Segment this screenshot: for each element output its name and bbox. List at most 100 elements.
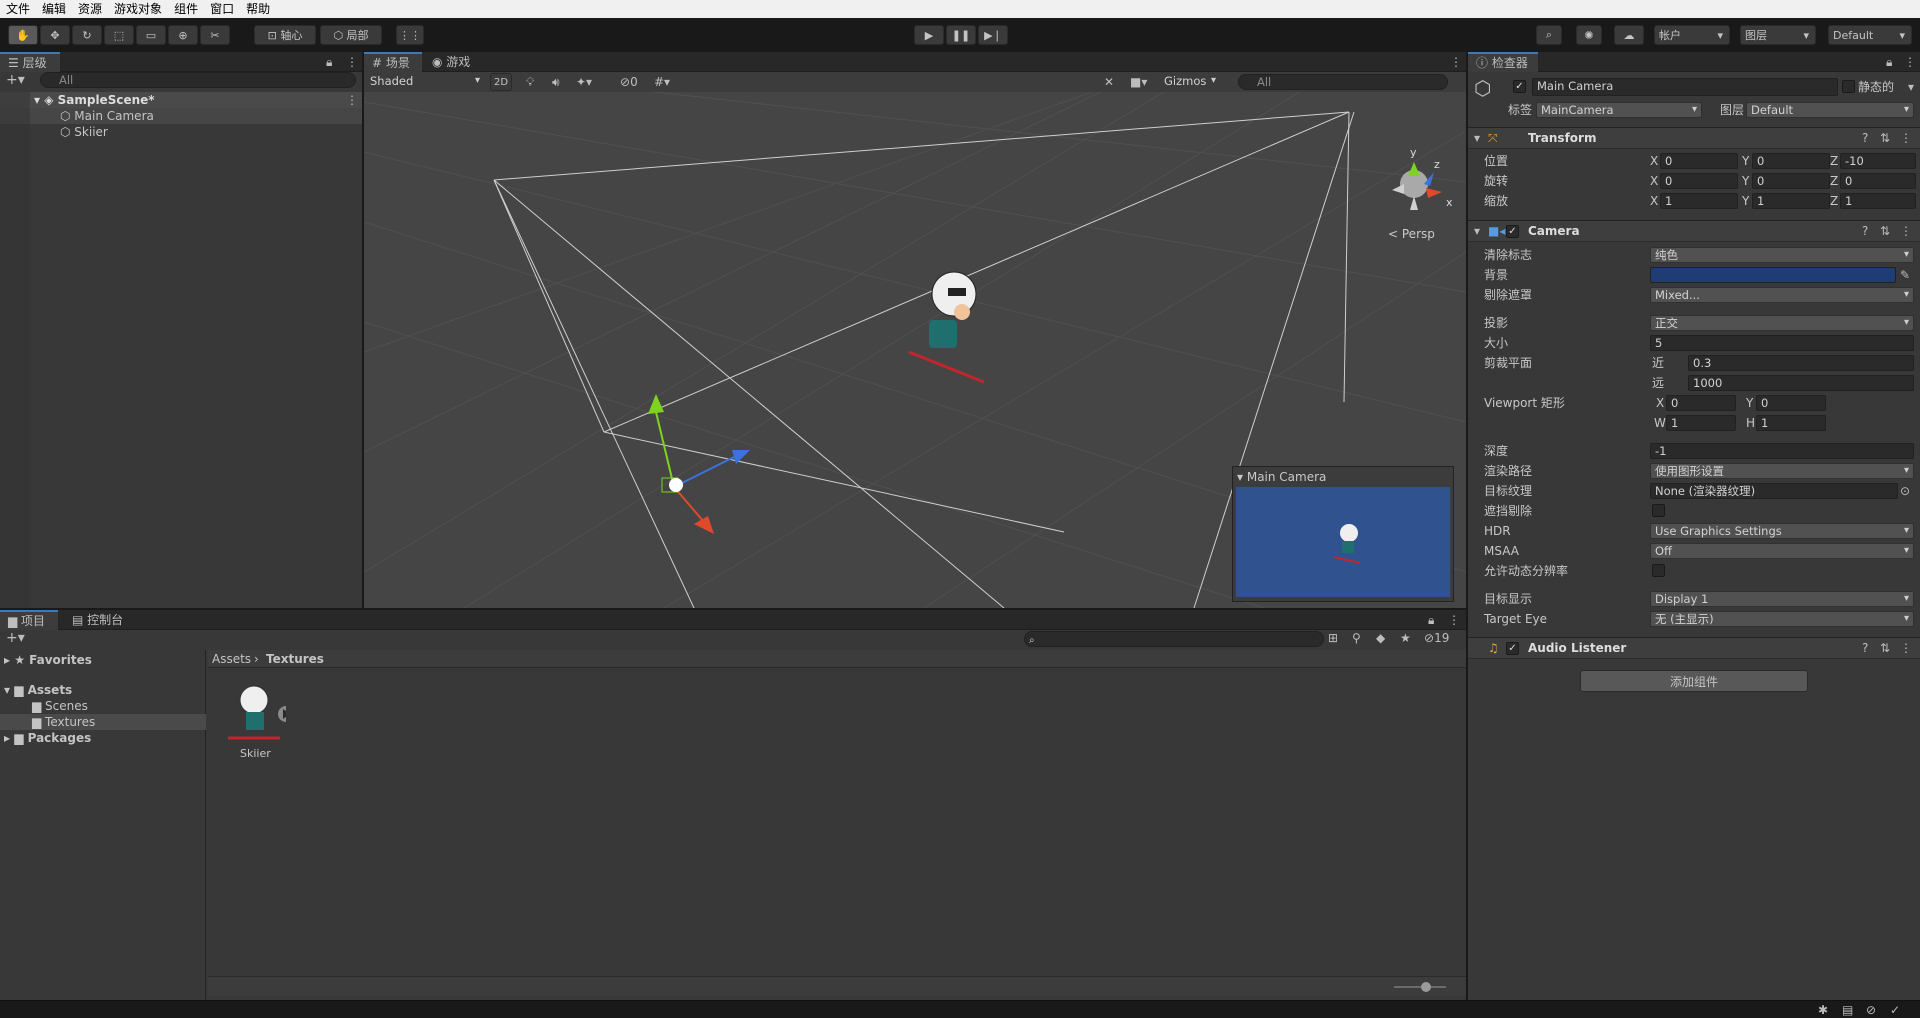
tab-game[interactable]: ◉ 游戏 bbox=[424, 52, 484, 72]
near-clip-field[interactable]: 0.3 bbox=[1688, 355, 1914, 371]
target-texture-field[interactable]: None (渲染器纹理) bbox=[1650, 483, 1898, 499]
occlusion-culling-checkbox[interactable] bbox=[1652, 504, 1665, 517]
size-field[interactable]: 5 bbox=[1650, 335, 1914, 351]
camera-settings-icon[interactable]: ■▾ bbox=[1130, 74, 1147, 90]
camera-preview-title[interactable]: ▾ Main Camera bbox=[1237, 469, 1326, 485]
scale-y-field[interactable]: 1 bbox=[1752, 193, 1830, 209]
lock-icon[interactable]: 🔒︎ bbox=[1886, 54, 1892, 70]
zoom-slider[interactable] bbox=[1394, 986, 1446, 988]
gizmos-dropdown[interactable]: Gizmos bbox=[1160, 74, 1220, 90]
collab-icon[interactable]: ✺ bbox=[1576, 25, 1602, 45]
more-icon[interactable]: ⋮ bbox=[1450, 54, 1462, 70]
viewport-y-field[interactable]: 0 bbox=[1756, 395, 1826, 411]
preset-icon[interactable]: ⇅ bbox=[1880, 640, 1890, 656]
more-icon[interactable]: ⋮ bbox=[1904, 54, 1916, 70]
scenes-row[interactable]: ▆ Scenes bbox=[32, 698, 88, 714]
bug-icon[interactable]: ✱ bbox=[1818, 1002, 1828, 1018]
scale-tool-icon[interactable]: ⬚ bbox=[104, 25, 134, 45]
tab-console[interactable]: ▤ 控制台 bbox=[64, 610, 138, 630]
move-gizmo[interactable] bbox=[648, 394, 750, 534]
background-color-field[interactable] bbox=[1650, 267, 1896, 283]
tools-icon[interactable]: ✕ bbox=[1104, 74, 1114, 90]
favorites-row[interactable]: ▸ ★ Favorites bbox=[4, 652, 92, 668]
debug-icon[interactable]: ⊘ bbox=[1866, 1002, 1876, 1018]
add-component-button[interactable]: 添加组件 bbox=[1580, 670, 1808, 692]
cache-icon[interactable]: ▤ bbox=[1842, 1002, 1853, 1018]
rotation-x-field[interactable]: 0 bbox=[1660, 173, 1738, 189]
move-tool-icon[interactable]: ✥ bbox=[40, 25, 70, 45]
audio-listener-checkbox[interactable]: ✓ bbox=[1506, 642, 1519, 655]
menu-assets[interactable]: 资源 bbox=[72, 0, 108, 18]
scale-z-field[interactable]: 1 bbox=[1840, 193, 1916, 209]
orientation-gizmo[interactable]: y z x < Persp bbox=[1388, 146, 1453, 241]
eyedropper-icon[interactable]: ✎ bbox=[1900, 267, 1910, 283]
packages-row[interactable]: ▸ ▆ Packages bbox=[4, 730, 91, 746]
local-toggle[interactable]: ⬡ 局部 bbox=[320, 25, 382, 45]
layers-dropdown[interactable]: 图层 ▾ bbox=[1740, 25, 1816, 45]
layout-dropdown[interactable]: Default ▾ bbox=[1828, 25, 1912, 45]
search-by-type-icon[interactable]: ⊞ bbox=[1328, 630, 1338, 646]
persp-label[interactable]: < Persp bbox=[1388, 227, 1435, 241]
rect-tool-icon[interactable]: ▭ bbox=[136, 25, 166, 45]
hdr-dropdown[interactable]: Use Graphics Settings bbox=[1650, 523, 1914, 539]
active-checkbox[interactable]: ✓ bbox=[1513, 80, 1526, 93]
position-x-field[interactable]: 0 bbox=[1660, 153, 1738, 169]
msaa-dropdown[interactable]: Off bbox=[1650, 543, 1914, 559]
more-icon[interactable]: ⋮ bbox=[346, 92, 358, 108]
menu-component[interactable]: 组件 bbox=[168, 0, 204, 18]
rotation-z-field[interactable]: 0 bbox=[1840, 173, 1916, 189]
position-y-field[interactable]: 0 bbox=[1752, 153, 1830, 169]
custom-tool-icon[interactable]: ✂ bbox=[200, 25, 230, 45]
search-icon[interactable]: ⌕ bbox=[1536, 25, 1562, 45]
account-dropdown[interactable]: 帐户 ▾ bbox=[1654, 25, 1730, 45]
label-icon[interactable]: ◆ bbox=[1376, 630, 1385, 646]
grid-snap-icon[interactable]: ⋮⋮ bbox=[396, 25, 424, 45]
audio-listener-header[interactable]: ♫ ✓ Audio Listener ? ⇅ ⋮ bbox=[1468, 637, 1920, 659]
check-icon[interactable]: ✓ bbox=[1890, 1002, 1900, 1018]
menu-gameobject[interactable]: 游戏对象 bbox=[108, 0, 168, 18]
scale-x-field[interactable]: 1 bbox=[1660, 193, 1738, 209]
audio-icon[interactable]: 🔊︎ bbox=[552, 74, 560, 90]
menu-window[interactable]: 窗口 bbox=[204, 0, 240, 18]
camera-enabled-checkbox[interactable]: ✓ bbox=[1506, 225, 1519, 238]
tab-inspector[interactable]: ⓘ 检查器 bbox=[1468, 52, 1538, 72]
layer-dropdown[interactable]: Default bbox=[1746, 102, 1914, 118]
menu-edit[interactable]: 编辑 bbox=[36, 0, 72, 18]
pivot-toggle[interactable]: ⊡ 轴心 bbox=[254, 25, 316, 45]
clear-flags-dropdown[interactable]: 纯色 bbox=[1650, 247, 1914, 263]
transform-header[interactable]: ▾ ⤧ Transform ? ⇅ ⋮ bbox=[1468, 127, 1920, 149]
add-object-button[interactable]: +▾ bbox=[6, 72, 25, 88]
static-checkbox[interactable] bbox=[1842, 80, 1855, 93]
object-name-input[interactable]: Main Camera bbox=[1532, 78, 1838, 96]
camera-header[interactable]: ▾ ■◂ ✓ Camera ? ⇅ ⋮ bbox=[1468, 220, 1920, 242]
lock-icon[interactable]: 🔒︎ bbox=[1428, 612, 1434, 628]
shading-mode-dropdown[interactable]: Shaded bbox=[366, 74, 484, 90]
viewport-w-field[interactable]: 1 bbox=[1666, 415, 1736, 431]
tab-project[interactable]: ▆ 项目 bbox=[0, 610, 58, 630]
zoom-slider-thumb[interactable] bbox=[1421, 982, 1431, 992]
viewport-x-field[interactable]: 0 bbox=[1666, 395, 1736, 411]
dynamic-resolution-checkbox[interactable] bbox=[1652, 564, 1665, 577]
hidden-objects-icon[interactable]: ⊘0 bbox=[620, 74, 638, 90]
assets-row[interactable]: ▾ ▆ Assets bbox=[4, 682, 72, 698]
mode-2d-toggle[interactable]: 2D bbox=[490, 73, 512, 91]
preset-icon[interactable]: ⇅ bbox=[1880, 223, 1890, 239]
more-icon[interactable]: ⋮ bbox=[1900, 130, 1912, 146]
viewport-h-field[interactable]: 1 bbox=[1756, 415, 1826, 431]
hierarchy-search-input[interactable]: All bbox=[40, 72, 356, 88]
pause-button[interactable]: ❚❚ bbox=[946, 25, 976, 45]
scene-row[interactable]: ▾ ◈ SampleScene* ⋮ bbox=[0, 92, 362, 108]
projection-dropdown[interactable]: 正交 bbox=[1650, 315, 1914, 331]
menu-file[interactable]: 文件 bbox=[0, 0, 36, 18]
target-eye-dropdown[interactable]: 无 (主显示) bbox=[1650, 611, 1914, 627]
position-z-field[interactable]: -10 bbox=[1840, 153, 1916, 169]
help-icon[interactable]: ? bbox=[1862, 640, 1868, 656]
far-clip-field[interactable]: 1000 bbox=[1688, 375, 1914, 391]
breadcrumb-textures[interactable]: Textures bbox=[266, 651, 324, 667]
culling-mask-dropdown[interactable]: Mixed... bbox=[1650, 287, 1914, 303]
help-icon[interactable]: ? bbox=[1862, 223, 1868, 239]
asset-item-skiier[interactable]: Skiier bbox=[222, 682, 294, 762]
target-display-dropdown[interactable]: Display 1 bbox=[1650, 591, 1914, 607]
grid-toggle-icon[interactable]: #▾ bbox=[654, 74, 670, 90]
cloud-icon[interactable]: ☁ bbox=[1614, 25, 1644, 45]
